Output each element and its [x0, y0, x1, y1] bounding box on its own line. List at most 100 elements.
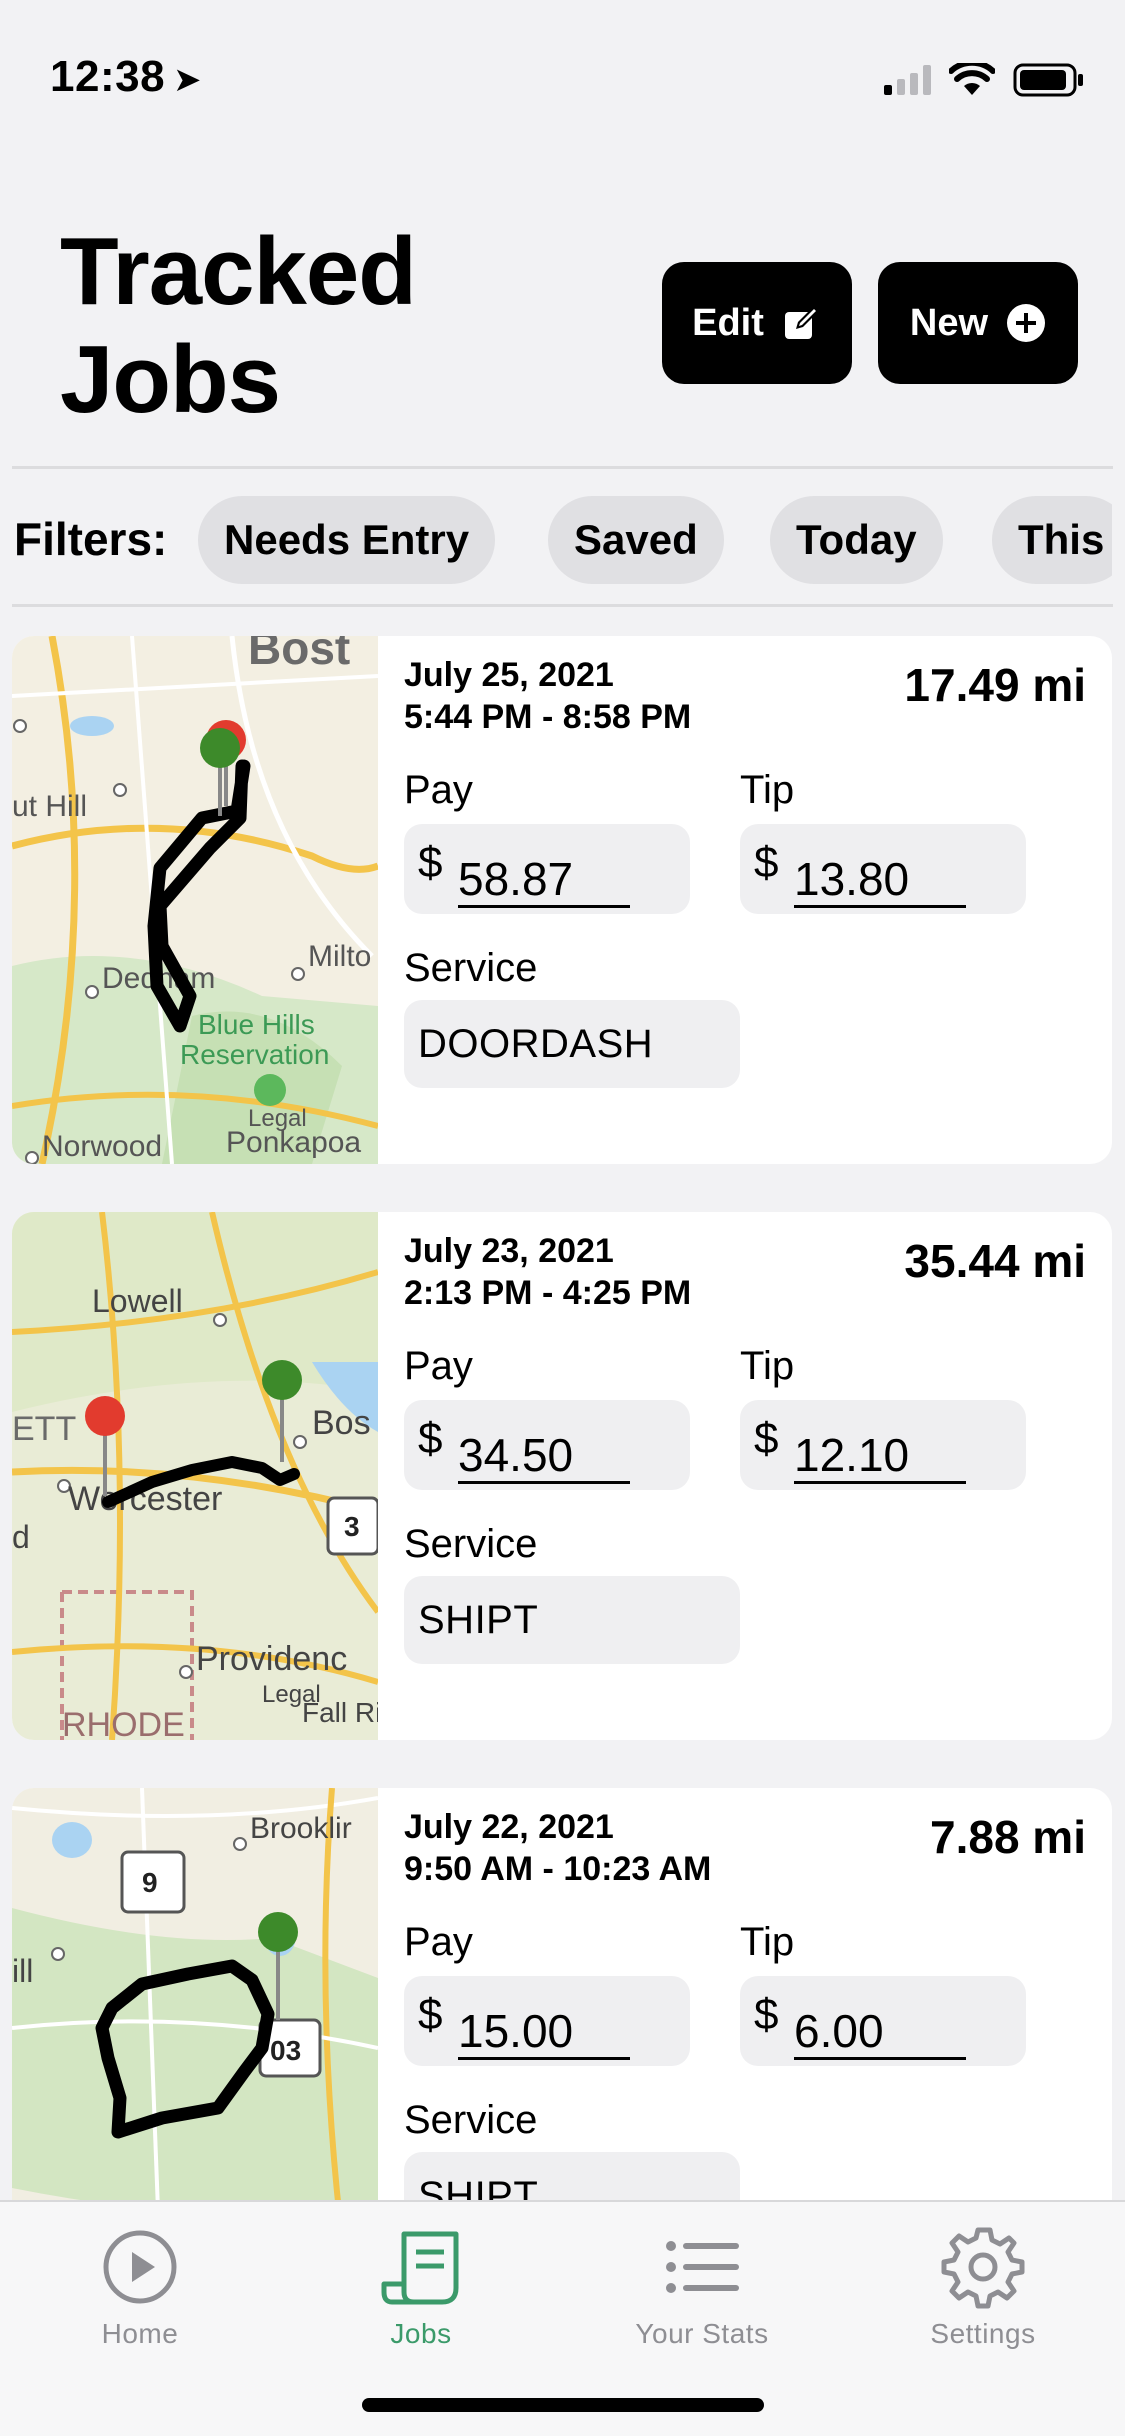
location-arrow-icon: ➤	[173, 61, 203, 99]
play-circle-icon	[103, 2230, 177, 2304]
map-label: Brooklir	[250, 1812, 352, 1845]
pay-value[interactable]: 58.87	[458, 854, 630, 908]
map-label: Norwood	[42, 1130, 162, 1163]
map-label: Bost	[248, 636, 350, 674]
tab-your-stats[interactable]: Your Stats	[562, 2222, 842, 2362]
map-label: Blue Hills	[198, 1009, 315, 1040]
filter-chip-saved[interactable]: Saved	[548, 496, 724, 584]
map-label: Reservation	[180, 1039, 329, 1070]
header-divider	[12, 466, 1113, 469]
filter-chip-needs-entry[interactable]: Needs Entry	[198, 496, 496, 584]
route-map[interactable]: Bost ut Hill Dedham Milto Blue Hills Res…	[12, 636, 378, 1164]
map-label: 03	[270, 2035, 301, 2066]
job-distance: 17.49 mi	[904, 659, 1086, 711]
tip-field[interactable]: $ 6.00	[740, 1976, 1026, 2066]
gear-icon	[941, 2227, 1025, 2309]
wifi-icon	[949, 63, 995, 95]
currency-symbol: $	[754, 1414, 779, 1463]
job-time-range: 9:50 AM - 10:23 AM	[404, 1850, 712, 1888]
filters-label: Filters:	[14, 513, 168, 565]
pay-label: Pay	[404, 768, 473, 812]
edit-icon	[784, 307, 818, 339]
tab-label: Your Stats	[635, 2318, 769, 2349]
tip-value[interactable]: 6.00	[794, 2006, 966, 2060]
tip-value[interactable]: 12.10	[794, 1430, 966, 1484]
map-label: d	[12, 1519, 30, 1555]
status-icons	[884, 60, 1085, 100]
pay-value[interactable]: 15.00	[458, 2006, 630, 2060]
service-field[interactable]: DOORDASH	[404, 1000, 740, 1088]
currency-symbol: $	[754, 1990, 779, 2039]
tab-jobs[interactable]: Jobs	[281, 2222, 561, 2362]
service-label: Service	[404, 2098, 538, 2142]
park-icon	[254, 1074, 286, 1106]
map-label: ut Hill	[12, 790, 87, 823]
time-text: 12:38	[50, 52, 166, 101]
new-button-label: New	[909, 301, 989, 344]
map-label: Lowell	[92, 1283, 183, 1319]
map-label: Fall Riv	[302, 1697, 378, 1728]
status-bar: 12:38 ➤	[0, 0, 1125, 150]
job-card[interactable]: Bost ut Hill Dedham Milto Blue Hills Res…	[12, 636, 1112, 1164]
job-card[interactable]: Lowell ETT Bos Worcester d 3 Providenc L…	[12, 1212, 1112, 1740]
edit-button[interactable]: Edit	[662, 262, 852, 384]
tip-value[interactable]: 13.80	[794, 854, 966, 908]
edit-button-label: Edit	[692, 301, 764, 344]
home-indicator	[362, 2398, 764, 2412]
title-line-1: Tracked	[60, 218, 417, 325]
job-distance: 7.88 mi	[930, 1811, 1086, 1863]
receipt-icon	[381, 2231, 459, 2305]
map-label: Ponkapoa	[226, 1126, 361, 1159]
title-line-2: Jobs	[60, 326, 281, 433]
service-label: Service	[404, 946, 538, 990]
pay-field[interactable]: $ 15.00	[404, 1976, 690, 2066]
currency-symbol: $	[418, 1414, 443, 1463]
pay-label: Pay	[404, 1920, 473, 1964]
new-button[interactable]: New	[878, 262, 1078, 384]
filter-chip-this[interactable]: This	[992, 496, 1112, 584]
tab-label: Home	[101, 2318, 179, 2349]
route-map[interactable]: Lowell ETT Bos Worcester d 3 Providenc L…	[12, 1212, 378, 1740]
job-date: July 23, 2021	[404, 1232, 614, 1270]
tip-label: Tip	[740, 768, 795, 812]
tab-settings[interactable]: Settings	[843, 2222, 1123, 2362]
battery-icon	[1013, 63, 1083, 97]
list-icon	[666, 2241, 739, 2293]
service-field[interactable]: SHIPT	[404, 1576, 740, 1664]
job-date-time: July 25, 2021 5:44 PM - 8:58 PM	[404, 654, 691, 738]
map-label: 9	[142, 1867, 158, 1898]
job-date: July 25, 2021	[404, 656, 614, 694]
currency-symbol: $	[754, 838, 779, 887]
pay-field[interactable]: $ 34.50	[404, 1400, 690, 1490]
job-date: July 22, 2021	[404, 1808, 614, 1846]
map-label: Providenc	[196, 1640, 347, 1678]
pay-label: Pay	[404, 1344, 473, 1388]
job-date-time: July 23, 2021 2:13 PM - 4:25 PM	[404, 1230, 691, 1314]
screen: 12:38 ➤ Tracked Jobs Edit New Filters: N…	[0, 0, 1125, 2436]
status-time: 12:38 ➤	[50, 52, 202, 102]
plus-circle-icon	[1007, 304, 1046, 342]
pay-value[interactable]: 34.50	[458, 1430, 630, 1484]
tab-label: Jobs	[390, 2318, 452, 2349]
pay-field[interactable]: $ 58.87	[404, 824, 690, 914]
tab-label: Settings	[930, 2318, 1036, 2349]
job-time-range: 2:13 PM - 4:25 PM	[404, 1274, 692, 1312]
job-time-range: 5:44 PM - 8:58 PM	[404, 698, 692, 736]
page-title: Tracked Jobs	[60, 218, 417, 434]
cellular-signal-icon	[884, 65, 931, 95]
tip-label: Tip	[740, 1344, 795, 1388]
filter-divider	[12, 604, 1113, 607]
map-label: RHODE	[62, 1706, 185, 1740]
map-label: 3	[344, 1511, 360, 1542]
tip-field[interactable]: $ 13.80	[740, 824, 1026, 914]
tab-home[interactable]: Home	[0, 2222, 280, 2362]
tip-label: Tip	[740, 1920, 795, 1964]
tip-field[interactable]: $ 12.10	[740, 1400, 1026, 1490]
map-label: ETT	[12, 1410, 76, 1448]
filter-chip-today[interactable]: Today	[770, 496, 943, 584]
currency-symbol: $	[418, 838, 443, 887]
currency-symbol: $	[418, 1990, 443, 2039]
filter-bar: Filters: Needs Entry Saved Today This	[0, 494, 1112, 584]
job-distance: 35.44 mi	[904, 1235, 1086, 1287]
map-label: Milto	[308, 940, 371, 973]
